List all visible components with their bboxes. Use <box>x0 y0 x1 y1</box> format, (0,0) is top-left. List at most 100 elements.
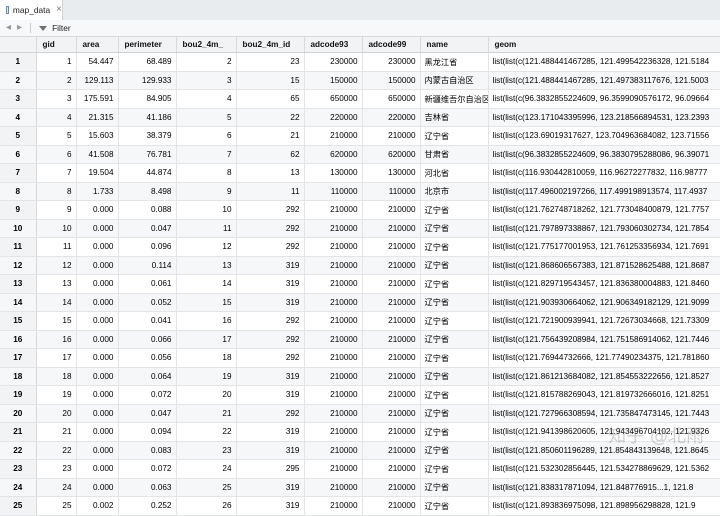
cell-perimeter: 76.781 <box>118 145 177 164</box>
cell-adcode93: 130000 <box>304 163 363 183</box>
cell-bou2-4m-id: 295 <box>236 459 305 479</box>
table-row[interactable]: 13 13 0.000 0.061 14 319 210000 210000 辽宁省 list(l… <box>0 274 720 294</box>
cell-name: 辽宁省 <box>420 478 489 497</box>
cell-bou2-4m-: 18 <box>176 348 237 368</box>
row-number: 22 <box>0 441 37 460</box>
cell-geom: list(list(c(121.893836975098, 121.898956… <box>488 496 720 516</box>
cell-name: 辽宁省 <box>420 330 489 349</box>
cell-geom: list(list(c(121.488441467285, 121.499542… <box>488 52 720 72</box>
cell-gid: 10 <box>36 219 77 238</box>
cell-perimeter: 84.905 <box>118 89 177 109</box>
cell-bou2-4m-id: 11 <box>236 182 305 201</box>
cell-geom: list(list(c(121.532302856445, 121.534278… <box>488 459 720 479</box>
table-row[interactable]: 16 16 0.000 0.066 17 292 210000 210000 辽宁省 list(l… <box>0 330 720 349</box>
forward-arrow-icon[interactable]: ▸ <box>17 23 22 33</box>
cell-gid: 24 <box>36 478 77 497</box>
cell-bou2-4m-: 12 <box>176 237 237 257</box>
table-row[interactable]: 19 19 0.000 0.072 20 319 210000 210000 辽宁省 list(l… <box>0 385 720 405</box>
cell-bou2-4m-: 5 <box>176 108 237 127</box>
cell-area: 0.000 <box>76 274 119 294</box>
table-row[interactable]: 10 10 0.000 0.047 11 292 210000 210000 辽宁省 list(l… <box>0 219 720 238</box>
cell-bou2-4m-id: 292 <box>236 200 305 220</box>
cell-adcode93: 210000 <box>304 404 363 423</box>
cell-area: 1.733 <box>76 182 119 201</box>
cell-area: 0.000 <box>76 330 119 349</box>
table-row[interactable]: 14 14 0.000 0.052 15 319 210000 210000 辽宁省 list(l… <box>0 293 720 312</box>
cell-bou2-4m-id: 319 <box>236 496 305 516</box>
cell-perimeter: 38.379 <box>118 126 177 146</box>
table-row[interactable]: 3 3 175.591 84.905 4 65 650000 650000 新疆维吾尔自治区 li… <box>0 89 720 109</box>
cell-bou2-4m-id: 292 <box>236 237 305 257</box>
cell-bou2-4m-id: 319 <box>236 256 305 275</box>
cell-area: 21.315 <box>76 108 119 127</box>
table-row[interactable]: 20 20 0.000 0.047 21 292 210000 210000 辽宁省 list(l… <box>0 404 720 423</box>
cell-perimeter: 0.072 <box>118 459 177 479</box>
table-row[interactable]: 7 7 19.504 44.874 8 13 130000 130000 河北省 list(lis… <box>0 163 720 183</box>
row-number: 23 <box>0 459 37 479</box>
table-row[interactable]: 24 24 0.000 0.063 25 319 210000 210000 辽宁省 list(l… <box>0 478 720 497</box>
filter-icon[interactable] <box>39 25 48 31</box>
cell-geom: list(list(c(96.3832855224609, 96.3830795… <box>488 145 720 164</box>
table-row[interactable]: 6 6 41.508 76.781 7 62 620000 620000 甘肃省 list(lis… <box>0 145 720 164</box>
table-row[interactable]: 9 9 0.000 0.088 10 292 210000 210000 辽宁省 list(lis… <box>0 200 720 220</box>
table-row[interactable]: 23 23 0.000 0.072 24 295 210000 210000 辽宁省 list(l… <box>0 459 720 479</box>
close-icon[interactable]: × <box>56 5 62 15</box>
cell-geom: list(list(c(121.903930664062, 121.906349… <box>488 293 720 312</box>
cell-bou2-4m-id: 319 <box>236 274 305 294</box>
cell-name: 吉林省 <box>420 108 489 127</box>
table-row[interactable]: 2 2 129.113 129.933 3 15 150000 150000 内蒙古自治区 lis… <box>0 71 720 90</box>
cell-name: 辽宁省 <box>420 422 489 442</box>
cell-perimeter: 0.066 <box>118 330 177 349</box>
cell-bou2-4m-id: 319 <box>236 367 305 386</box>
cell-bou2-4m-id: 292 <box>236 311 305 331</box>
back-arrow-icon[interactable]: ◂ <box>6 23 11 33</box>
cell-gid: 11 <box>36 237 77 257</box>
cell-bou2-4m-id: 21 <box>236 126 305 146</box>
table-row[interactable]: 18 18 0.000 0.064 19 319 210000 210000 辽宁省 list(l… <box>0 367 720 386</box>
cell-adcode93: 230000 <box>304 52 363 72</box>
cell-gid: 1 <box>36 52 77 72</box>
table-row[interactable]: 17 17 0.000 0.056 18 292 210000 210000 辽宁省 list(l… <box>0 348 720 368</box>
cell-area: 0.000 <box>76 404 119 423</box>
column-header-adcode93[interactable]: adcode93 <box>304 37 363 53</box>
cell-perimeter: 0.063 <box>118 478 177 497</box>
column-header-adcode99[interactable]: adcode99 <box>362 37 421 53</box>
tab-map-data[interactable]: map_data × <box>0 0 63 20</box>
table-row[interactable]: 25 25 0.002 0.252 26 319 210000 210000 辽宁省 list(l… <box>0 496 720 516</box>
table-row[interactable]: 8 8 1.733 8.498 9 11 110000 110000 北京市 list(list(… <box>0 182 720 201</box>
cell-name: 黑龙江省 <box>420 52 489 72</box>
cell-area: 15.603 <box>76 126 119 146</box>
cell-adcode93: 110000 <box>304 182 363 201</box>
table-row[interactable]: 11 11 0.000 0.096 12 292 210000 210000 辽宁省 list(l… <box>0 237 720 257</box>
cell-name: 辽宁省 <box>420 311 489 331</box>
cell-geom: list(list(c(96.3832855224609, 96.3599090… <box>488 89 720 109</box>
cell-name: 内蒙古自治区 <box>420 71 489 90</box>
column-header-area[interactable]: area <box>76 37 119 53</box>
table-row[interactable]: 12 12 0.000 0.114 13 319 210000 210000 辽宁省 list(l… <box>0 256 720 275</box>
table-row[interactable]: 15 15 0.000 0.041 16 292 210000 210000 辽宁省 list(l… <box>0 311 720 331</box>
cell-name: 辽宁省 <box>420 237 489 257</box>
cell-adcode99: 210000 <box>362 330 421 349</box>
table-row[interactable]: 1 1 54.447 68.489 2 23 230000 230000 黑龙江省 list(li… <box>0 52 720 72</box>
cell-perimeter: 0.041 <box>118 311 177 331</box>
column-header-gid[interactable]: gid <box>36 37 77 53</box>
column-header-bou2-4m-[interactable]: bou2_4m_ <box>176 37 237 53</box>
cell-perimeter: 129.933 <box>118 71 177 90</box>
column-header-perimeter[interactable]: perimeter <box>118 37 177 53</box>
row-number: 16 <box>0 330 37 349</box>
filter-button[interactable]: Filter <box>52 23 71 33</box>
toolbar-divider <box>30 23 32 33</box>
cell-gid: 6 <box>36 145 77 164</box>
row-number-header[interactable] <box>0 37 37 53</box>
cell-adcode93: 210000 <box>304 496 363 516</box>
cell-adcode99: 220000 <box>362 108 421 127</box>
cell-gid: 16 <box>36 330 77 349</box>
cell-name: 辽宁省 <box>420 293 489 312</box>
table-row[interactable]: 4 4 21.315 41.186 5 22 220000 220000 吉林省 list(lis… <box>0 108 720 127</box>
column-header-bou2-4m-id[interactable]: bou2_4m_id <box>236 37 305 53</box>
cell-adcode99: 210000 <box>362 274 421 294</box>
table-row[interactable]: 5 5 15.603 38.379 6 21 210000 210000 辽宁省 list(lis… <box>0 126 720 146</box>
column-header-name[interactable]: name <box>420 37 489 53</box>
column-header-geom[interactable]: geom <box>488 37 720 53</box>
cell-bou2-4m-: 24 <box>176 459 237 479</box>
